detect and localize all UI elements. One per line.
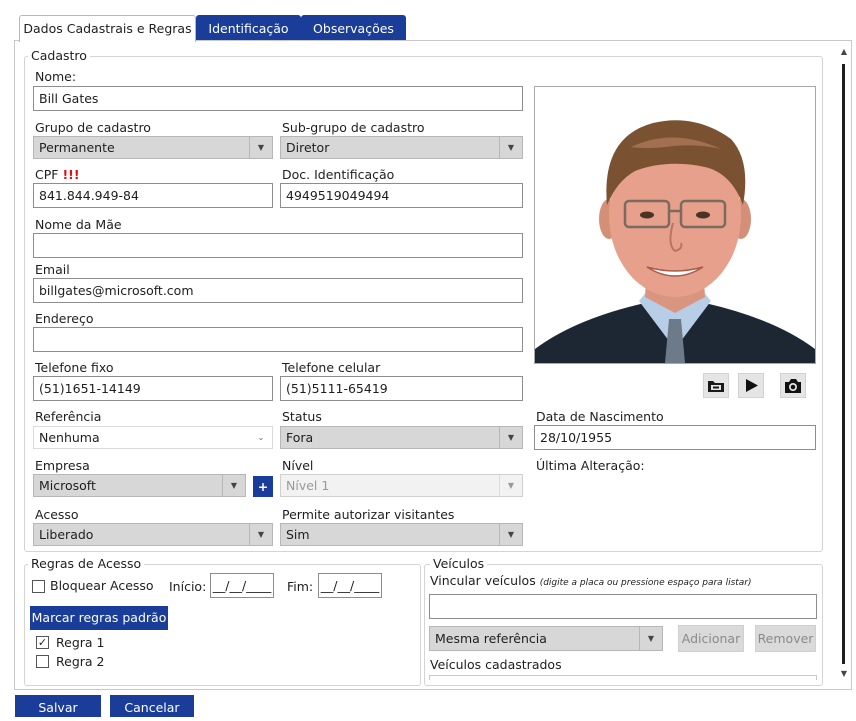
chevron-down-icon: ▼	[222, 475, 245, 496]
person-photo	[534, 86, 816, 364]
referencia-select[interactable]: Nenhuma ⌄	[33, 426, 273, 449]
subgrupo-select[interactable]: Diretor ▼	[280, 136, 523, 159]
email-input[interactable]: billgates@microsoft.com	[33, 278, 523, 303]
doc-label: Doc. Identificação	[282, 167, 395, 182]
endereco-label: Endereço	[35, 311, 94, 326]
chevron-down-icon: ⌄	[257, 433, 265, 442]
nivel-label: Nível	[282, 458, 314, 473]
inicio-input[interactable]: __/__/____	[210, 573, 274, 598]
telefone-celular-input[interactable]: (51)5111-65419	[280, 376, 523, 401]
chevron-down-icon: ▼	[499, 427, 522, 448]
regra-1-label: Regra 1	[56, 635, 105, 650]
bloquear-label: Bloquear Acesso	[50, 578, 154, 593]
mae-input[interactable]	[33, 233, 523, 258]
visitantes-label: Permite autorizar visitantes	[282, 507, 455, 522]
person-portrait-image	[535, 120, 815, 363]
nascimento-input[interactable]: 28/10/1955	[534, 425, 816, 450]
regra-2-checkbox[interactable]	[36, 655, 49, 668]
regra-2-label: Regra 2	[56, 654, 105, 669]
vertical-scrollbar[interactable]: ▲ ▼	[840, 46, 848, 682]
scroll-up-icon[interactable]: ▲	[840, 46, 848, 58]
grupo-select-value: Permanente	[39, 140, 115, 155]
nascimento-label: Data de Nascimento	[536, 409, 664, 424]
cpf-label: CPF !!!	[35, 168, 80, 182]
empresa-select-value: Microsoft	[39, 478, 96, 493]
telefone-fixo-label: Telefone fixo	[35, 360, 114, 375]
veiculos-cadastrados-list[interactable]	[429, 675, 817, 680]
tab-observacoes[interactable]: Observações	[301, 15, 406, 41]
subgrupo-select-value: Diretor	[286, 140, 330, 155]
check-icon: ✓	[37, 636, 48, 649]
mae-label: Nome da Mãe	[35, 217, 122, 232]
add-empresa-button[interactable]: +	[253, 476, 273, 497]
veiculos-cadastrados-label: Veículos cadastrados	[430, 657, 562, 672]
empresa-select[interactable]: Microsoft ▼	[33, 474, 246, 497]
chevron-down-icon: ▼	[499, 137, 522, 158]
cpf-label-text: CPF	[35, 167, 59, 182]
nome-label: Nome:	[35, 69, 77, 84]
vincular-veiculos-input[interactable]	[429, 594, 817, 619]
save-button[interactable]: Salvar	[15, 695, 101, 717]
play-icon[interactable]	[738, 373, 764, 398]
bloquear-checkbox[interactable]	[32, 580, 45, 593]
vincular-label-text: Vincular veículos	[430, 573, 536, 588]
marcar-regras-padrao-button[interactable]: Marcar regras padrão	[30, 606, 168, 630]
referencia-label: Referência	[35, 409, 102, 424]
status-select[interactable]: Fora ▼	[280, 426, 523, 449]
status-select-value: Fora	[286, 430, 314, 445]
referencia-select-value: Nenhuma	[39, 430, 100, 445]
open-folder-icon[interactable]	[703, 373, 729, 398]
visitantes-select-value: Sim	[286, 527, 310, 542]
vincular-hint: (digite a placa ou pressione espaço para…	[539, 578, 752, 588]
veiculos-legend: Veículos	[430, 557, 488, 571]
nome-input[interactable]: Bill Gates	[33, 86, 523, 111]
cadastro-legend: Cadastro	[28, 49, 90, 63]
acesso-select[interactable]: Liberado ▼	[33, 523, 273, 546]
cpf-input[interactable]: 841.844.949-84	[33, 183, 273, 208]
vincular-label: Vincular veículos (digite a placa ou pre…	[430, 574, 752, 590]
email-label: Email	[35, 262, 70, 277]
tab-identificacao[interactable]: Identificação	[196, 15, 301, 41]
grupo-select[interactable]: Permanente ▼	[33, 136, 273, 159]
ultima-alteracao-label: Última Alteração:	[536, 458, 645, 473]
nivel-select-value: Nível 1	[286, 478, 330, 493]
acesso-select-value: Liberado	[39, 527, 94, 542]
adicionar-veiculo-button[interactable]: Adicionar	[678, 625, 744, 652]
cancel-button[interactable]: Cancelar	[110, 695, 194, 717]
camera-icon[interactable]	[780, 373, 806, 398]
regras-legend: Regras de Acesso	[28, 557, 145, 571]
fim-input[interactable]: __/__/____	[318, 573, 382, 598]
scroll-down-icon[interactable]: ▼	[840, 668, 848, 680]
nivel-select[interactable]: Nível 1 ▼	[280, 474, 523, 497]
endereco-input[interactable]	[33, 327, 523, 352]
chevron-down-icon: ▼	[249, 524, 272, 545]
subgrupo-label: Sub-grupo de cadastro	[282, 120, 425, 135]
chevron-down-icon: ▼	[249, 137, 272, 158]
acesso-label: Acesso	[35, 507, 79, 522]
status-label: Status	[282, 409, 322, 424]
chevron-down-icon: ▼	[639, 627, 662, 650]
cpf-warning: !!!	[62, 167, 80, 182]
fim-label: Fim:	[287, 579, 314, 594]
veiculos-referencia-select[interactable]: Mesma referência ▼	[429, 626, 663, 651]
veiculos-referencia-value: Mesma referência	[435, 631, 547, 646]
visitantes-select[interactable]: Sim ▼	[280, 523, 523, 546]
telefone-fixo-input[interactable]: (51)1651-14149	[33, 376, 273, 401]
chevron-down-icon: ▼	[499, 524, 522, 545]
telefone-celular-label: Telefone celular	[282, 360, 381, 375]
scrollbar-thumb[interactable]	[842, 64, 845, 664]
empresa-label: Empresa	[35, 458, 90, 473]
inicio-label: Início:	[169, 579, 207, 594]
chevron-down-icon: ▼	[499, 475, 522, 496]
grupo-label: Grupo de cadastro	[35, 120, 151, 135]
tab-dados-cadastrais[interactable]: Dados Cadastrais e Regras	[19, 15, 196, 42]
remover-veiculo-button[interactable]: Remover	[755, 625, 816, 652]
doc-input[interactable]: 4949519049494	[280, 183, 523, 208]
regra-1-checkbox[interactable]: ✓	[36, 636, 49, 649]
